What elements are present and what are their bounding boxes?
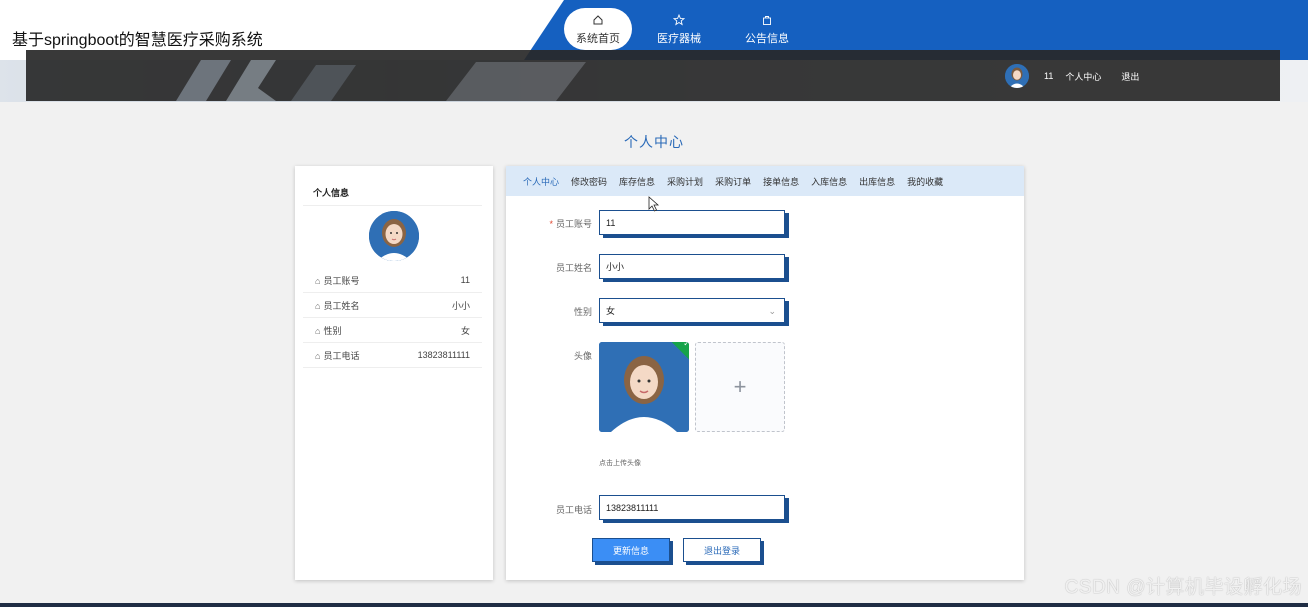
home-icon: ⌂ — [315, 350, 321, 361]
profile-row-value: 小小 — [451, 300, 470, 311]
home-icon: ⌂ — [315, 325, 321, 336]
upload-add-button[interactable]: + — [695, 342, 785, 432]
upload-hint: 点击上传头像 — [599, 460, 641, 467]
avatar-label: 头像 — [573, 351, 592, 361]
uploaded-avatar[interactable]: ✓ — [599, 342, 689, 432]
user-center-link[interactable]: 个人中心 — [1065, 70, 1101, 83]
nav-label-medical-devices: 医疗器械 — [657, 33, 701, 45]
site-title: 基于springboot的智慧医疗采购系统 — [12, 32, 263, 49]
star-icon — [645, 13, 713, 28]
phone-input[interactable]: 13823811111 — [599, 495, 785, 520]
profile-form-card: 个人中心 修改密码 库存信息 采购计划 采购订单 接单信息 入库信息 出库信息 … — [506, 166, 1024, 580]
user-bar: 11 个人中心 退出 — [1005, 63, 1159, 89]
bag-icon — [733, 14, 801, 28]
user-avatar[interactable] — [1005, 64, 1029, 88]
tab-inventory[interactable]: 库存信息 — [619, 175, 655, 188]
plus-icon: + — [733, 374, 747, 399]
nav-item-medical-devices[interactable]: 医疗器械 — [645, 8, 713, 50]
profile-row-gender: ⌂ 性别 女 — [303, 318, 482, 343]
tab-stock-out[interactable]: 出库信息 — [859, 175, 895, 188]
tab-purchase-order[interactable]: 采购订单 — [715, 175, 751, 188]
account-input[interactable]: 11 — [599, 210, 785, 235]
tab-personal-center[interactable]: 个人中心 — [523, 175, 559, 188]
nav-item-announcements[interactable]: 公告信息 — [733, 8, 801, 50]
center-tabs: 个人中心 修改密码 库存信息 采购计划 采购订单 接单信息 入库信息 出库信息 … — [506, 166, 1024, 196]
tab-order-acceptance[interactable]: 接单信息 — [763, 175, 799, 188]
profile-row-label: 员工电话 — [323, 350, 360, 361]
update-info-button[interactable]: 更新信息 — [592, 538, 670, 562]
profile-card-title: 个人信息 — [303, 174, 482, 206]
home-icon — [564, 14, 632, 28]
profile-row-account: ⌂ 员工账号 11 — [303, 268, 482, 293]
name-input[interactable]: 小小 — [599, 254, 785, 279]
nav-item-home[interactable]: 系统首页 — [564, 8, 632, 50]
gender-label: 性别 — [573, 307, 592, 317]
logout-button[interactable]: 退出登录 — [683, 538, 761, 562]
watermark: CSDN @计算机毕设孵化场 — [1064, 577, 1302, 598]
phone-label: 员工电话 — [555, 505, 592, 515]
home-icon: ⌂ — [315, 300, 321, 311]
name-label: 员工姓名 — [555, 263, 592, 273]
page-title: 个人中心 — [624, 134, 684, 150]
bottom-border — [0, 603, 1308, 607]
account-label: * 员工账号 — [549, 219, 592, 229]
user-name: 11 — [1044, 71, 1054, 81]
profile-row-phone: ⌂ 员工电话 13823811111 — [303, 343, 482, 368]
profile-row-label: 员工账号 — [323, 275, 360, 286]
profile-row-label: 性别 — [323, 325, 342, 336]
tab-favorites[interactable]: 我的收藏 — [907, 175, 943, 188]
chevron-down-icon: ⌄ — [768, 306, 776, 316]
home-icon: ⌂ — [315, 275, 321, 286]
profile-row-value: 13823811111 — [417, 350, 470, 360]
profile-avatar — [369, 211, 419, 261]
profile-row-value: 女 — [460, 325, 470, 336]
profile-row-value: 11 — [460, 275, 470, 285]
nav-label-home: 系统首页 — [576, 33, 620, 45]
gender-select[interactable]: 女 ⌄ — [599, 298, 785, 323]
logout-link[interactable]: 退出 — [1121, 70, 1139, 83]
profile-row-name: ⌂ 员工姓名 小小 — [303, 293, 482, 318]
tab-stock-in[interactable]: 入库信息 — [811, 175, 847, 188]
gender-select-value: 女 — [606, 306, 616, 316]
mouse-cursor-icon — [648, 196, 660, 212]
tab-change-password[interactable]: 修改密码 — [571, 175, 607, 188]
profile-row-label: 员工姓名 — [323, 300, 360, 311]
nav-label-announcements: 公告信息 — [745, 33, 789, 45]
check-icon: ✓ — [683, 342, 689, 348]
profile-card: 个人信息 ⌂ 员工账号 11 ⌂ 员工姓名 小小 ⌂ 性别 女 ⌂ 员工电话 13823… — [295, 166, 493, 580]
tab-purchase-plan[interactable]: 采购计划 — [667, 175, 703, 188]
